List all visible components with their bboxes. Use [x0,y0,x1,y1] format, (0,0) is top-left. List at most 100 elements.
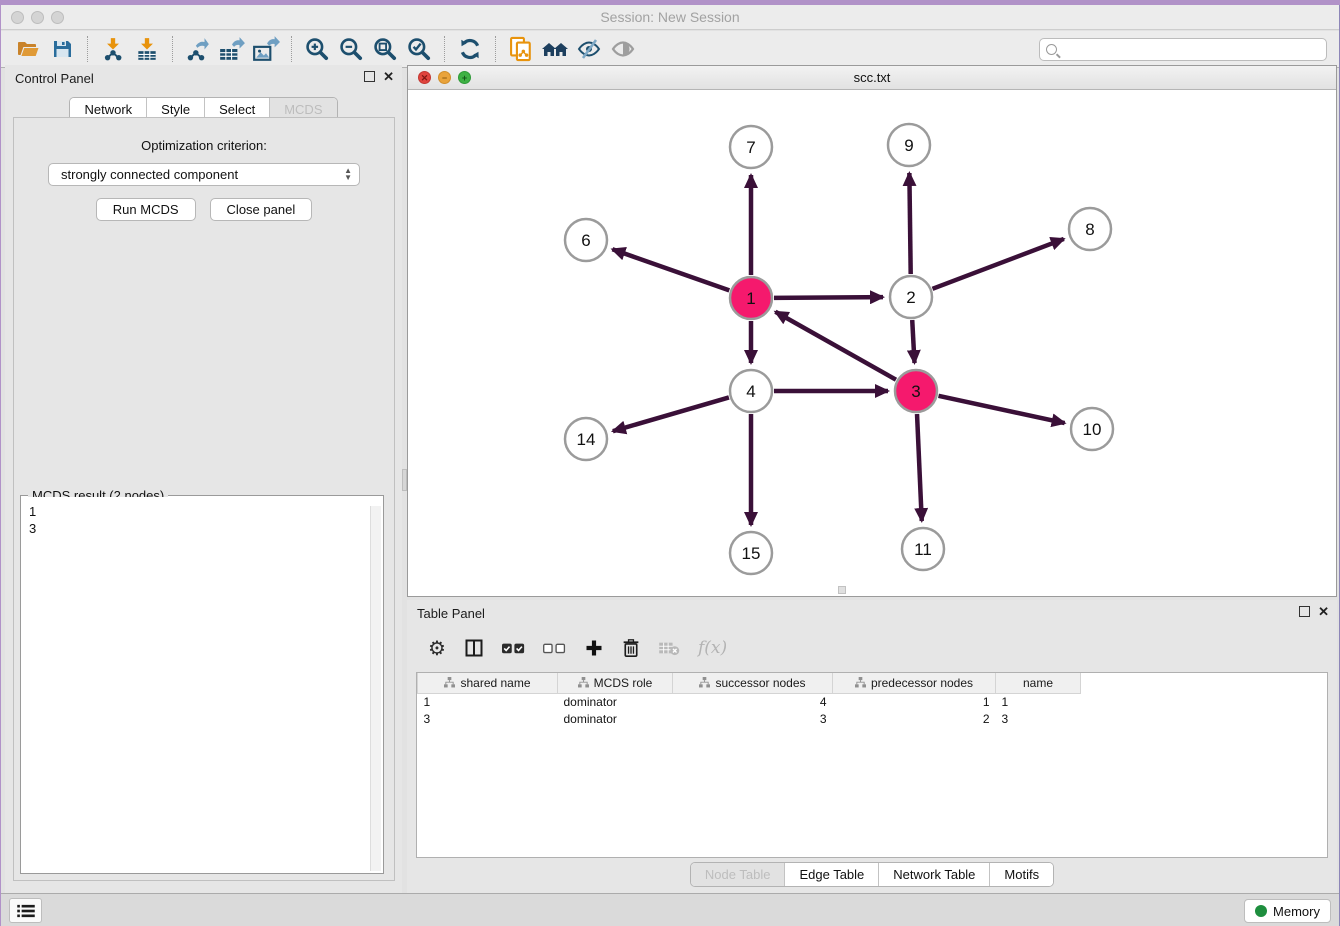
network-graph: 7 9 6 8 1 2 4 3 14 10 15 11 [408,90,1336,596]
svg-text:11: 11 [914,540,932,559]
duplicate-network-icon[interactable] [504,35,538,63]
tab-motifs[interactable]: Motifs [990,863,1053,886]
show-all-icon[interactable] [606,35,640,63]
graph-edge-1-2[interactable] [774,297,883,298]
criterion-dropdown[interactable]: strongly connected component ▲▼ [48,163,360,186]
add-column-icon[interactable] [584,638,604,658]
graph-edge-2-3[interactable] [912,320,914,363]
toolbar-separator [444,36,445,62]
control-panel-header: Control Panel ✕ [5,65,402,91]
tab-network-table[interactable]: Network Table [879,863,990,886]
apply-function-icon[interactable]: f(x) [698,638,727,658]
zoom-selected-icon[interactable] [402,35,436,63]
first-neighbors-icon[interactable] [538,35,572,63]
table-row[interactable]: 1 dominator 4 1 1 [418,693,1081,710]
close-panel-icon[interactable]: ✕ [383,71,394,82]
search-input[interactable] [1062,43,1320,57]
graph-node-14[interactable]: 14 [565,418,607,460]
cell-name[interactable]: 3 [996,710,1081,727]
tab-edge-table[interactable]: Edge Table [785,863,879,886]
column-header-mcds-role[interactable]: MCDS role [558,673,673,693]
table-panel-title: Table Panel [417,606,485,621]
cell-predecessor-nodes[interactable]: 2 [833,710,996,727]
zoom-fit-icon[interactable] [368,35,402,63]
cell-mcds-role[interactable]: dominator [558,710,673,727]
cell-name[interactable]: 1 [996,693,1081,710]
hide-selected-icon[interactable] [572,35,606,63]
graph-node-3[interactable]: 3 [895,370,937,412]
svg-text:4: 4 [746,382,755,401]
graph-edge-4-14[interactable] [613,397,729,431]
svg-text:3: 3 [911,382,920,401]
task-history-button[interactable] [9,898,42,923]
graph-node-15[interactable]: 15 [730,532,772,574]
search-field[interactable] [1039,38,1327,61]
graph-node-9[interactable]: 9 [888,124,930,166]
cell-successor-nodes[interactable]: 3 [673,710,833,727]
column-header-predecessor-nodes[interactable]: predecessor nodes [833,673,996,693]
table-panel: Table Panel ✕ ⚙ [407,600,1337,895]
import-network-icon[interactable] [96,35,130,63]
zoom-in-icon[interactable] [300,35,334,63]
open-session-icon[interactable] [11,35,45,63]
zoom-out-icon[interactable] [334,35,368,63]
graph-edge-3-11[interactable] [917,414,922,521]
graph-node-10[interactable]: 10 [1071,408,1113,450]
graph-node-1[interactable]: 1 [730,277,772,319]
svg-text:7: 7 [746,138,755,157]
result-scrollbar[interactable] [370,506,381,871]
close-panel-button[interactable]: Close panel [210,198,313,221]
canvas-resize-handle[interactable] [838,586,846,594]
cell-mcds-role[interactable]: dominator [558,693,673,710]
export-network-icon[interactable] [181,35,215,63]
apply-layout-icon[interactable] [453,35,487,63]
save-session-icon[interactable] [45,35,79,63]
select-all-icon[interactable] [502,641,525,655]
node-table[interactable]: shared name MCDS role successor nodes pr… [416,672,1328,858]
search-icon [1046,44,1057,55]
mcds-result-list[interactable]: 1 3 [22,497,382,872]
graph-node-11[interactable]: 11 [902,528,944,570]
network-window-titlebar: ✕ − + scc.txt [408,66,1336,90]
graph-node-6[interactable]: 6 [565,219,607,261]
table-header-row: shared name MCDS role successor nodes pr… [418,673,1081,693]
memory-button[interactable]: Memory [1244,899,1331,923]
control-panel-title: Control Panel [15,71,94,86]
run-mcds-button[interactable]: Run MCDS [96,198,196,221]
column-header-shared-name[interactable]: shared name [418,673,558,693]
toolbar-separator [87,36,88,62]
graph-node-8[interactable]: 8 [1069,208,1111,250]
delete-table-icon[interactable] [658,640,680,656]
table-row[interactable]: 3 dominator 3 2 3 [418,710,1081,727]
mcds-result-line: 3 [29,520,380,537]
graph-edge-3-10[interactable] [938,396,1064,423]
close-table-panel-icon[interactable]: ✕ [1318,606,1329,617]
network-canvas[interactable]: 7 9 6 8 1 2 4 3 14 10 15 11 [408,90,1336,596]
column-header-successor-nodes[interactable]: successor nodes [673,673,833,693]
graph-edge-2-9[interactable] [909,173,910,274]
tab-node-table[interactable]: Node Table [691,863,786,886]
graph-edge-3-1[interactable] [775,312,896,380]
graph-node-4[interactable]: 4 [730,370,772,412]
cell-predecessor-nodes[interactable]: 1 [833,693,996,710]
svg-text:9: 9 [904,136,913,155]
cell-shared-name[interactable]: 3 [418,710,558,727]
import-table-icon[interactable] [130,35,164,63]
main-toolbar [1,31,1339,68]
cell-successor-nodes[interactable]: 4 [673,693,833,710]
delete-column-icon[interactable] [622,638,640,658]
graph-node-2[interactable]: 2 [890,276,932,318]
table-options-icon[interactable]: ⚙ [428,636,446,661]
column-header-name[interactable]: name [996,673,1081,693]
deselect-all-icon[interactable] [543,641,566,655]
mcds-panel: Optimization criterion: strongly connect… [13,117,395,881]
graph-node-7[interactable]: 7 [730,126,772,168]
export-image-icon[interactable] [249,35,283,63]
float-table-panel-icon[interactable] [1299,606,1310,617]
graph-edge-1-6[interactable] [612,249,729,290]
column-selector-icon[interactable] [464,638,484,658]
graph-edge-2-8[interactable] [933,239,1064,289]
float-panel-icon[interactable] [364,71,375,82]
cell-shared-name[interactable]: 1 [418,693,558,710]
export-table-icon[interactable] [215,35,249,63]
